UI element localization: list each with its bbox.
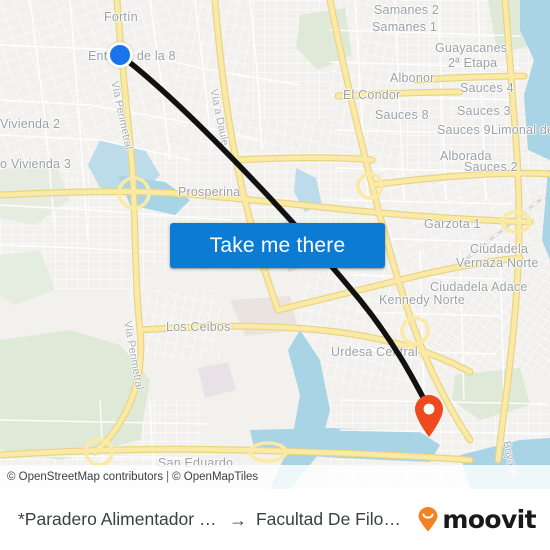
trip-footer-bar: *Paradero Alimentador Rut... → Facultad …	[0, 489, 550, 550]
moovit-wordmark: moovit	[442, 505, 536, 534]
trip-origin-label[interactable]: *Paradero Alimentador Rut...	[18, 509, 220, 530]
attribution-maptiles[interactable]: © OpenMapTiles	[172, 471, 258, 483]
trip-summary: *Paradero Alimentador Rut... → Facultad …	[18, 509, 409, 530]
map-attribution: © OpenStreetMap contributors | © OpenMap…	[0, 465, 550, 489]
destination-pin-marker[interactable]	[413, 394, 445, 438]
moovit-logo[interactable]: moovit	[417, 505, 537, 534]
moovit-trip-map-screen: FortínEntrada de la 8Vivienda 2o Viviend…	[0, 0, 550, 550]
attribution-separator: |	[166, 471, 170, 483]
attribution-osm[interactable]: © OpenStreetMap contributors	[7, 471, 163, 483]
map-pin-icon	[415, 395, 443, 437]
trip-destination-label[interactable]: Facultad De Filosofi...	[256, 509, 409, 530]
moovit-pin-icon	[418, 507, 438, 532]
take-me-there-button[interactable]: Take me there	[170, 223, 385, 268]
arrow-right-icon: →	[228, 509, 247, 530]
origin-marker[interactable]	[107, 42, 133, 68]
map-canvas[interactable]: FortínEntrada de la 8Vivienda 2o Viviend…	[0, 0, 550, 489]
